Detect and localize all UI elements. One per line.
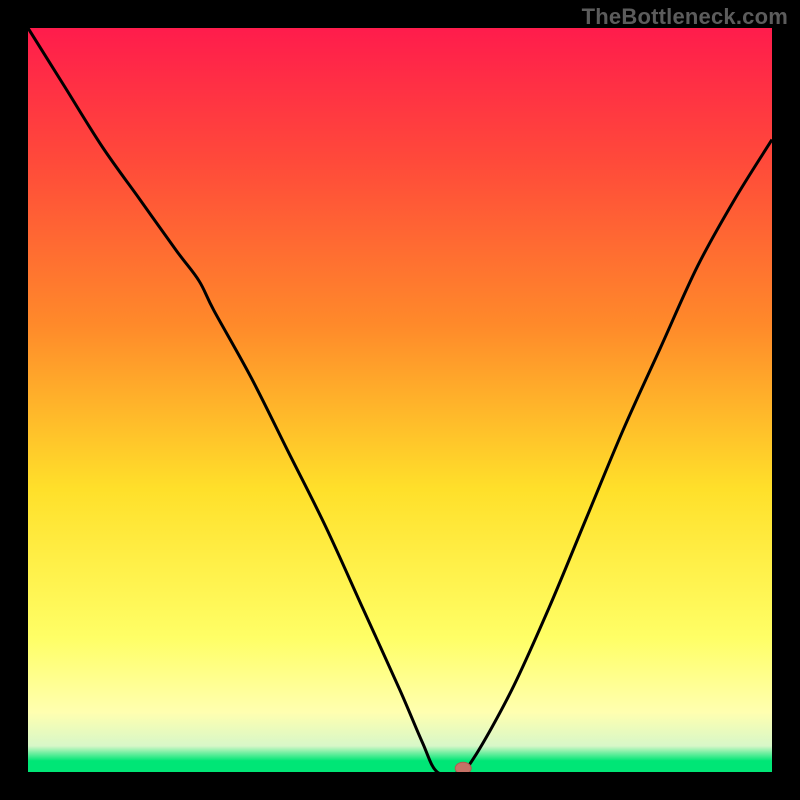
- optimal-point-marker: [455, 762, 471, 772]
- watermark-text: TheBottleneck.com: [582, 4, 788, 30]
- plot-area: [28, 28, 772, 772]
- gradient-background: [28, 28, 772, 772]
- bottleneck-chart-svg: [28, 28, 772, 772]
- chart-frame: TheBottleneck.com: [0, 0, 800, 800]
